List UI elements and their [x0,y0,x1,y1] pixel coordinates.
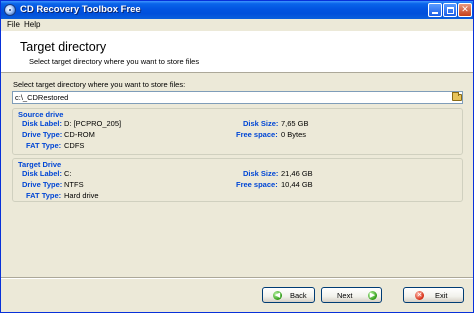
menu-help[interactable]: Help [24,20,40,29]
target-drive-type-value: NTFS [64,180,84,189]
source-drive-group: Source drive Disk Label: D: [PCPRO_205] … [12,108,463,155]
footer-separator [1,277,473,279]
menu-bar: File Help [1,19,473,30]
target-fat-type-caption: FAT Type: [26,191,62,200]
folder-open-icon [452,92,462,101]
target-disk-label-value: C: [64,169,72,178]
target-free-space-caption: Free space: [236,180,278,189]
target-disk-label-caption: Disk Label: [22,169,63,178]
source-drive-type-caption: Drive Type: [22,130,63,139]
source-free-space-value: 0 Bytes [281,130,307,139]
browse-button[interactable] [450,92,463,103]
target-path-prompt: Select target directory where you want t… [13,80,186,89]
exit-icon: ✕ [415,291,424,300]
page-subtitle: Select target directory where you want t… [29,57,200,66]
exit-button[interactable]: ✕ Exit [403,287,464,303]
target-path-input[interactable] [15,92,435,103]
source-free-space-caption: Free space: [236,130,278,139]
source-disk-label-caption: Disk Label: [22,119,63,128]
source-fat-type-value: CDFS [64,141,85,150]
back-button-label: Back [290,291,307,300]
title-bar[interactable]: CD Recovery Toolbox Free ✕ [1,1,473,19]
next-button[interactable]: Next ▶ [321,287,382,303]
source-fat-type-caption: FAT Type: [26,141,62,150]
target-path-field [12,91,463,104]
maximize-button[interactable] [443,3,457,17]
source-drive-type-value: CD-ROM [64,130,95,139]
target-drive-group: Target Drive Disk Label: C: Drive Type: … [12,158,463,202]
arrow-right-icon: ▶ [368,291,377,300]
minimize-button[interactable] [428,3,442,17]
target-free-space-value: 10,44 GB [281,180,313,189]
arrow-left-icon: ◀ [273,291,282,300]
wizard-header: Target directory Select target directory… [1,31,473,73]
back-button[interactable]: ◀ Back [262,287,315,303]
minimize-icon [432,12,438,14]
exit-button-label: Exit [435,291,448,300]
window-title: CD Recovery Toolbox Free [20,4,141,15]
source-drive-title: Source drive [18,110,64,119]
source-disk-size-value: 7,65 GB [281,119,309,128]
cd-icon [4,4,16,16]
maximize-icon [446,7,454,14]
target-drive-title: Target Drive [18,160,62,169]
source-disk-label-value: D: [PCPRO_205] [64,119,122,128]
target-fat-type-value: Hard drive [64,191,99,200]
target-disk-size-value: 21,46 GB [281,169,313,178]
target-drive-type-caption: Drive Type: [22,180,63,189]
close-icon: ✕ [461,5,469,15]
next-button-label: Next [337,291,353,300]
source-disk-size-caption: Disk Size: [243,119,279,128]
menu-file[interactable]: File [7,20,20,29]
close-button[interactable]: ✕ [458,3,472,17]
app-window: CD Recovery Toolbox Free ✕ File Help Tar… [0,0,474,313]
page-title: Target directory [20,40,107,54]
target-disk-size-caption: Disk Size: [243,169,279,178]
